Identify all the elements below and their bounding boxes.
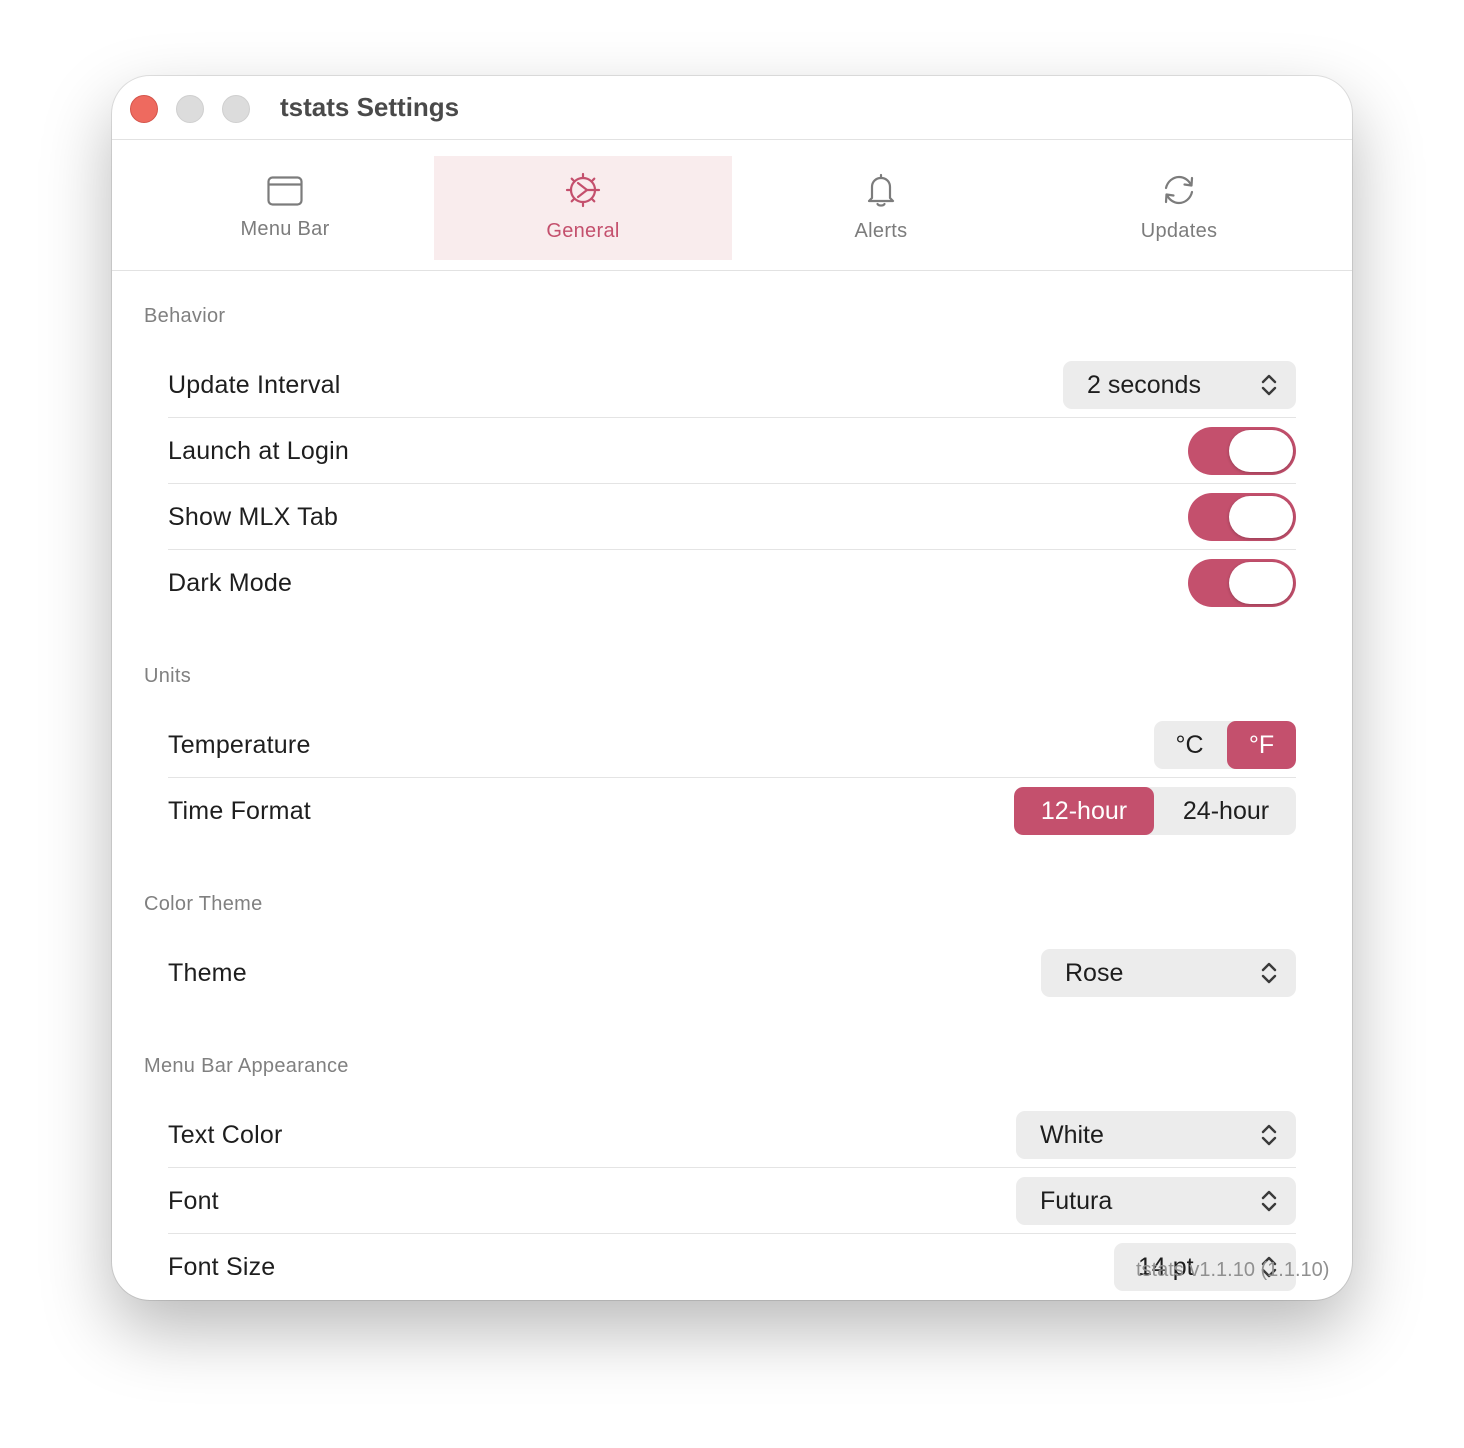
zoom-window-button[interactable] — [222, 95, 250, 123]
popup-value: Rose — [1065, 959, 1124, 987]
toggle-knob — [1229, 562, 1293, 604]
popup-value: White — [1040, 1121, 1104, 1149]
theme-label: Theme — [168, 959, 247, 987]
show-mlx-tab-label: Show MLX Tab — [168, 503, 339, 531]
tab-bar: Menu Bar General Alerts Updates — [112, 140, 1352, 271]
toggle-knob — [1229, 430, 1293, 472]
theme-popup[interactable]: Rose — [1041, 949, 1296, 997]
chevron-up-down-icon — [1261, 374, 1277, 396]
toggle-knob — [1229, 496, 1293, 538]
time-format-label: Time Format — [168, 797, 311, 825]
tab-general[interactable]: General — [434, 156, 732, 260]
window-title: tstats Settings — [280, 92, 460, 122]
chevron-up-down-icon — [1261, 1124, 1277, 1146]
bell-icon — [867, 173, 895, 207]
temperature-segmented-control: °C °F — [1154, 721, 1296, 769]
update-interval-label: Update Interval — [168, 371, 341, 399]
time-format-12-hour-option[interactable]: 12-hour — [1014, 787, 1154, 835]
dark-mode-toggle[interactable] — [1188, 559, 1296, 607]
version-label: tstats v1.1.10 (1.1.10) — [1136, 1259, 1330, 1281]
settings-window: tstats Settings Menu Bar General Alerts … — [112, 76, 1352, 1300]
text-color-label: Text Color — [168, 1121, 283, 1149]
title-bar: tstats Settings — [112, 76, 1352, 140]
temperature-label: Temperature — [168, 731, 311, 759]
window-icon — [267, 176, 303, 206]
section-header-color-theme: Color Theme — [144, 893, 263, 915]
tab-alerts[interactable]: Alerts — [732, 156, 1030, 260]
row-divider — [168, 1233, 1296, 1234]
section-header-units: Units — [144, 665, 192, 687]
chevron-up-down-icon — [1261, 962, 1277, 984]
tab-updates[interactable]: Updates — [1030, 156, 1328, 260]
tab-label: General — [546, 220, 620, 242]
tab-menu-bar[interactable]: Menu Bar — [136, 156, 434, 260]
launch-at-login-toggle[interactable] — [1188, 427, 1296, 475]
temperature-fahrenheit-option[interactable]: °F — [1227, 721, 1296, 769]
popup-value: 2 seconds — [1087, 371, 1201, 399]
time-format-24-hour-option[interactable]: 24-hour — [1156, 787, 1296, 835]
popup-value: Futura — [1040, 1187, 1113, 1215]
chevron-up-down-icon — [1261, 1190, 1277, 1212]
tab-label: Menu Bar — [240, 218, 330, 240]
row-divider — [168, 417, 1296, 418]
time-format-segmented-control: 12-hour 24-hour — [1014, 787, 1296, 835]
row-divider — [168, 549, 1296, 550]
minimize-window-button[interactable] — [176, 95, 204, 123]
general-settings-panel: Behavior Update Interval 2 seconds Launc… — [112, 271, 1352, 1300]
launch-at-login-label: Launch at Login — [168, 437, 349, 465]
tab-label: Alerts — [854, 220, 908, 242]
tab-label: Updates — [1140, 220, 1218, 242]
row-divider — [168, 483, 1296, 484]
dark-mode-label: Dark Mode — [168, 569, 293, 597]
section-header-menu-bar-appearance: Menu Bar Appearance — [144, 1055, 349, 1077]
update-interval-popup[interactable]: 2 seconds — [1063, 361, 1296, 409]
section-header-behavior: Behavior — [144, 305, 226, 327]
row-divider — [168, 777, 1296, 778]
font-size-label: Font Size — [168, 1253, 276, 1281]
row-divider — [168, 1167, 1296, 1168]
show-mlx-tab-toggle[interactable] — [1188, 493, 1296, 541]
gear-icon — [565, 172, 601, 208]
refresh-icon — [1164, 175, 1194, 205]
text-color-popup[interactable]: White — [1016, 1111, 1296, 1159]
font-label: Font — [168, 1187, 219, 1215]
close-window-button[interactable] — [130, 95, 158, 123]
temperature-celsius-option[interactable]: °C — [1154, 721, 1225, 769]
font-popup[interactable]: Futura — [1016, 1177, 1296, 1225]
